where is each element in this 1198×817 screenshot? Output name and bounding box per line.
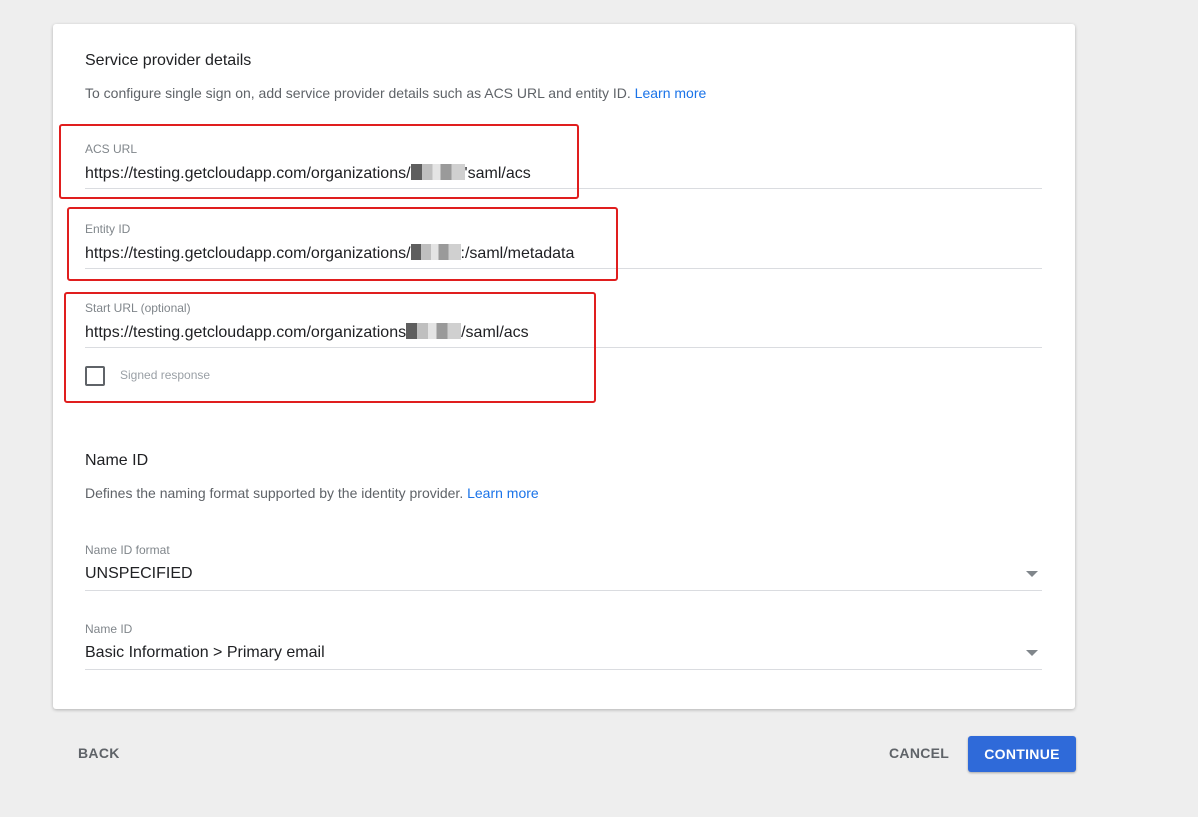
signed-response-row[interactable]: Signed response: [85, 366, 285, 388]
signed-response-label: Signed response: [120, 368, 211, 382]
name-id-format-value[interactable]: UNSPECIFIED: [85, 565, 985, 583]
start-url-label: Start URL (optional): [85, 301, 191, 315]
sso-settings-card: Service provider details To configure si…: [53, 24, 1075, 709]
acs-url-label: ACS URL: [85, 142, 138, 156]
name-id-value[interactable]: Basic Information > Primary email: [85, 644, 985, 662]
name-id-title: Name ID: [85, 452, 149, 469]
acs-url-value-suffix: 'saml/acs: [464, 165, 531, 182]
name-id-label: Name ID: [85, 622, 133, 636]
redacted-id: [406, 323, 462, 339]
service-provider-title: Service provider details: [85, 52, 252, 69]
entity-id-value-suffix: :/saml/metadata: [460, 245, 575, 262]
start-url-field[interactable]: Start URL (optional) https://testing.get…: [85, 301, 1042, 348]
service-provider-learn-more-link[interactable]: Learn more: [635, 85, 707, 101]
cancel-button[interactable]: CANCEL: [889, 745, 949, 761]
chevron-down-icon[interactable]: [1026, 571, 1038, 577]
acs-url-field[interactable]: ACS URL https://testing.getcloudapp.com/…: [85, 142, 1042, 189]
start-url-input[interactable]: https://testing.getcloudapp.com/organiza…: [85, 323, 985, 342]
entity-id-input[interactable]: https://testing.getcloudapp.com/organiza…: [85, 244, 985, 263]
service-provider-description-text: To configure single sign on, add service…: [85, 85, 631, 101]
name-id-format-label: Name ID format: [85, 543, 170, 557]
redacted-id: [410, 244, 461, 260]
signed-response-checkbox[interactable]: [85, 366, 105, 386]
continue-button[interactable]: CONTINUE: [968, 736, 1076, 772]
acs-url-value-prefix: https://testing.getcloudapp.com/organiza…: [85, 165, 411, 182]
entity-id-field[interactable]: Entity ID https://testing.getcloudapp.co…: [85, 222, 1042, 269]
name-id-learn-more-link[interactable]: Learn more: [467, 485, 539, 501]
start-url-value-prefix: https://testing.getcloudapp.com/organiza…: [85, 324, 407, 341]
name-id-description: Defines the naming format supported by t…: [85, 485, 539, 501]
start-url-value-suffix: /saml/acs: [461, 324, 529, 341]
redacted-id: [410, 164, 465, 180]
name-id-description-text: Defines the naming format supported by t…: [85, 485, 464, 501]
back-button[interactable]: BACK: [78, 745, 120, 761]
entity-id-value-prefix: https://testing.getcloudapp.com/organiza…: [85, 245, 411, 262]
chevron-down-icon[interactable]: [1026, 650, 1038, 656]
entity-id-label: Entity ID: [85, 222, 131, 236]
service-provider-description: To configure single sign on, add service…: [85, 85, 706, 101]
acs-url-input[interactable]: https://testing.getcloudapp.com/organiza…: [85, 164, 985, 183]
name-id-format-select[interactable]: Name ID format UNSPECIFIED: [85, 543, 1042, 591]
name-id-select[interactable]: Name ID Basic Information > Primary emai…: [85, 622, 1042, 670]
